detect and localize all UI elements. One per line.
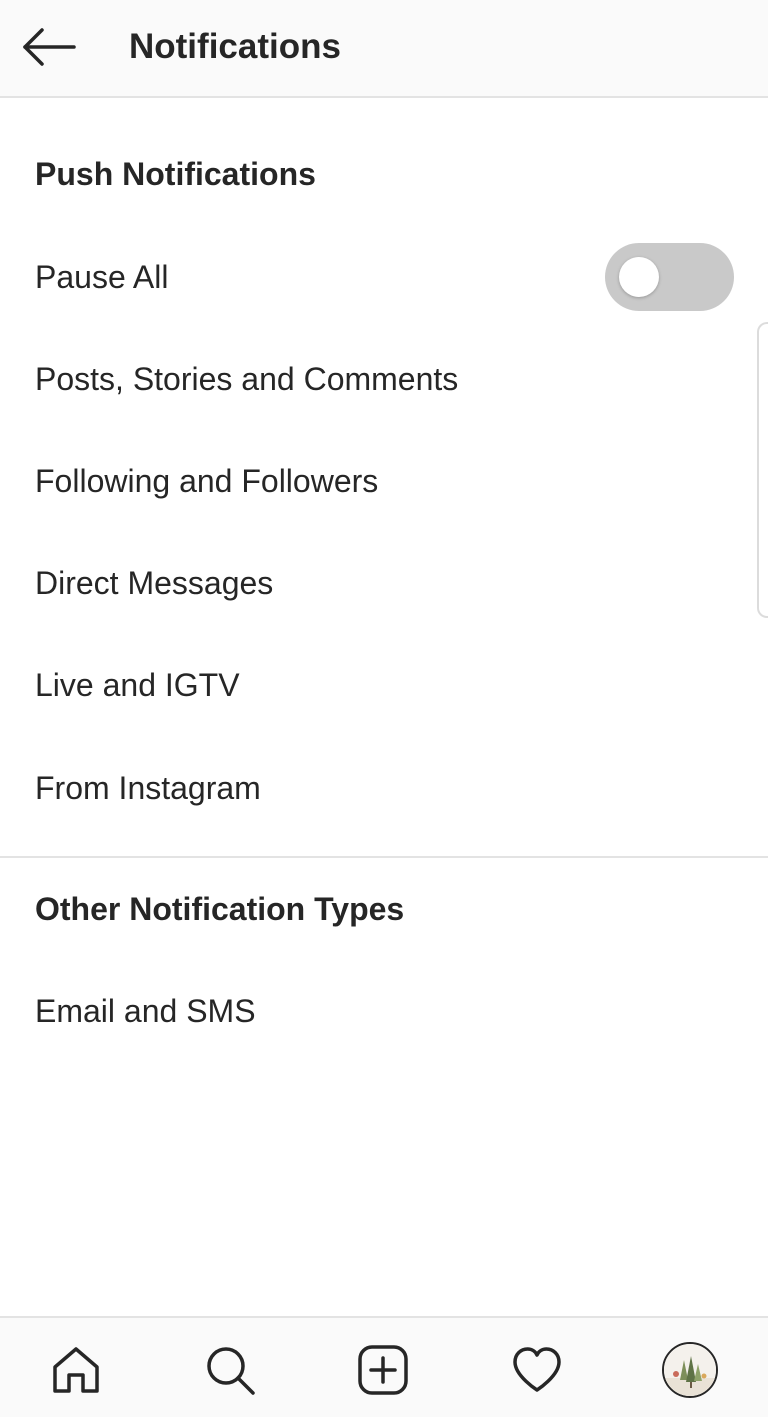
- settings-item-posts-stories-comments[interactable]: Posts, Stories and Comments: [0, 334, 768, 424]
- pause-all-toggle[interactable]: [605, 243, 734, 311]
- settings-item-label: Email and SMS: [35, 993, 256, 1029]
- page-title: Notifications: [129, 27, 341, 66]
- nav-search-button[interactable]: [198, 1338, 262, 1402]
- other-notification-types-heading: Other Notification Types: [35, 891, 405, 927]
- back-button[interactable]: [14, 18, 84, 76]
- settings-item-direct-messages[interactable]: Direct Messages: [0, 538, 768, 628]
- settings-item-email-sms[interactable]: Email and SMS: [0, 966, 768, 1056]
- notifications-settings-screen: Notifications Push Notifications Pause A…: [0, 0, 768, 1417]
- settings-item-label: From Instagram: [35, 770, 261, 806]
- settings-item-label: Direct Messages: [35, 565, 274, 601]
- top-app-bar: Notifications: [0, 0, 768, 98]
- activity-heart-icon: [513, 1347, 561, 1392]
- nav-new-post-button[interactable]: [351, 1338, 415, 1402]
- settings-item-label: Posts, Stories and Comments: [35, 361, 459, 397]
- settings-item-live-igtv[interactable]: Live and IGTV: [0, 640, 768, 730]
- profile-avatar: [662, 1342, 718, 1398]
- search-icon: [207, 1347, 255, 1395]
- nav-home-button[interactable]: [44, 1338, 108, 1402]
- avatar-photo: [664, 1344, 716, 1396]
- nav-profile-button[interactable]: [658, 1338, 722, 1402]
- home-icon: [53, 1347, 99, 1393]
- settings-item-label: Live and IGTV: [35, 667, 240, 703]
- new-post-icon: [358, 1345, 408, 1395]
- edge-scroll-handle[interactable]: [757, 322, 768, 618]
- push-notifications-heading: Push Notifications: [35, 156, 316, 192]
- bottom-nav-bar: [0, 1316, 768, 1417]
- arrow-left-icon: [23, 28, 76, 66]
- toggle-knob: [619, 257, 659, 297]
- pause-all-label: Pause All: [35, 259, 169, 295]
- nav-activity-button[interactable]: [505, 1338, 569, 1402]
- settings-item-label: Following and Followers: [35, 463, 379, 499]
- section-divider: [0, 856, 768, 858]
- settings-item-following-followers[interactable]: Following and Followers: [0, 436, 768, 526]
- settings-item-from-instagram[interactable]: From Instagram: [0, 743, 768, 833]
